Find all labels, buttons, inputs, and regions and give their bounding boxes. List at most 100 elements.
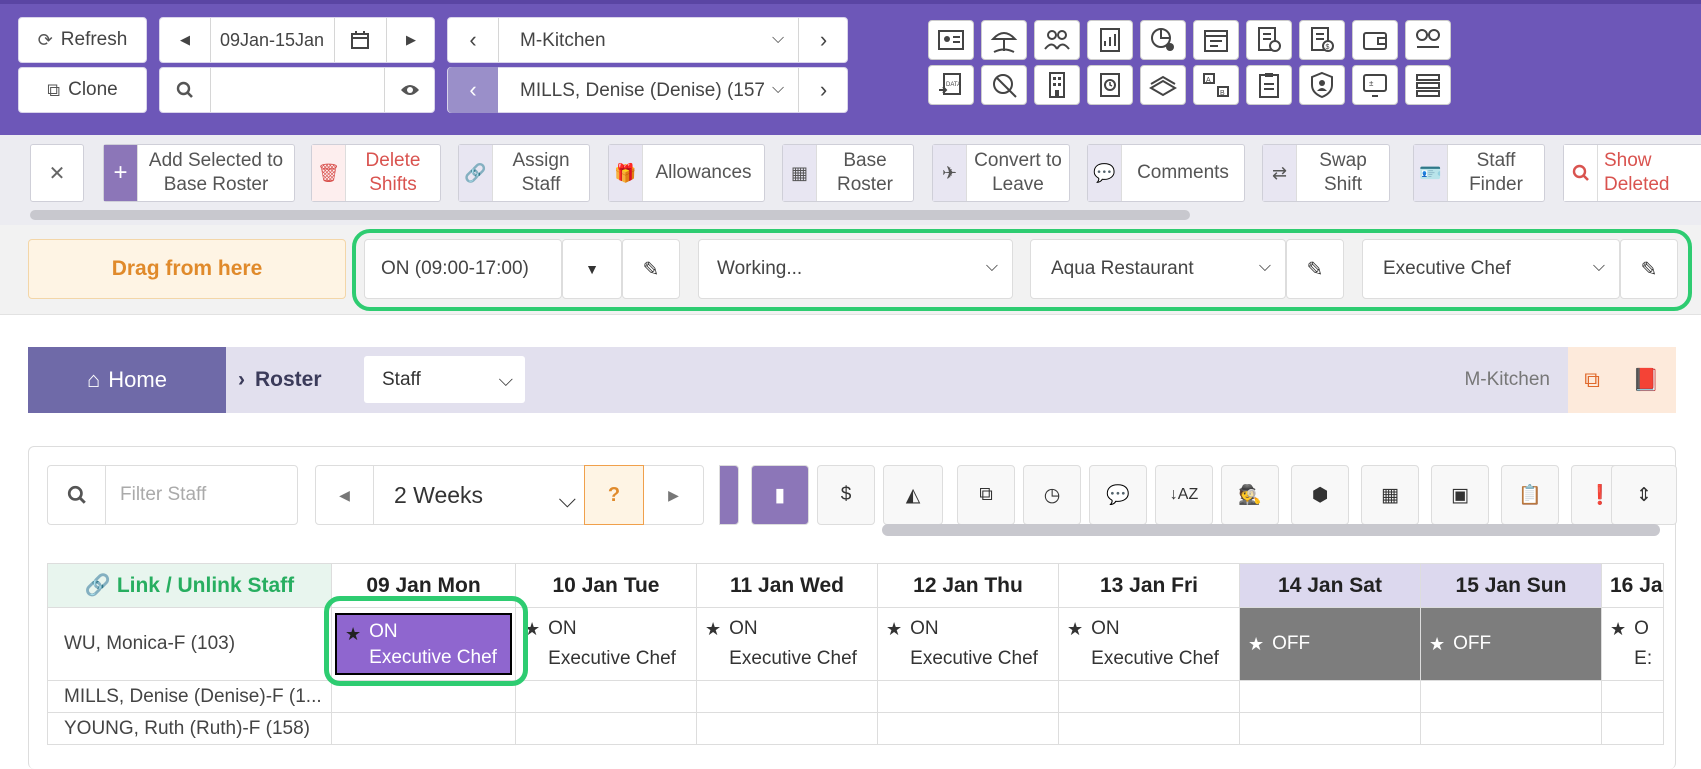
convert-leave-button[interactable]: ✈ Convert to Leave [932, 144, 1070, 202]
wallet-icon[interactable] [1352, 20, 1398, 60]
link-unlink-staff[interactable]: 🔗 Link / Unlink Staff [47, 563, 332, 608]
pie-user-icon[interactable] [1140, 20, 1186, 60]
comment-button[interactable]: 💬 [1089, 465, 1147, 525]
staff-name[interactable]: MILLS, Denise (Denise)-F (1... [47, 680, 332, 713]
cost-button[interactable]: $ [817, 465, 875, 525]
show-deleted-button[interactable]: Show Deleted [1563, 144, 1701, 202]
empty-cell[interactable] [1601, 680, 1664, 713]
data-export-icon[interactable]: DATA [928, 65, 974, 105]
chart-button[interactable]: ◭ [883, 465, 943, 525]
money-stack-icon[interactable] [1140, 65, 1186, 105]
shift-cell-off[interactable]: ★ OFF [1239, 607, 1421, 681]
prev-period-button[interactable]: ◀ [316, 466, 374, 524]
drag-source[interactable]: Drag from here [28, 239, 346, 299]
ab-swap-icon[interactable]: AB [1193, 65, 1239, 105]
paste-button[interactable]: 📋 [1501, 465, 1559, 525]
prev-location-button[interactable]: ‹ [448, 17, 498, 63]
shield-user-icon[interactable] [1299, 65, 1345, 105]
empty-cell[interactable] [1420, 712, 1602, 745]
sort-icon: ⇕ [1636, 484, 1652, 506]
delete-shifts-button[interactable]: 🗑 Delete Shifts [311, 144, 441, 202]
next-period-button[interactable]: ▶ [644, 487, 703, 504]
cubes-button[interactable]: ⬢ [1291, 465, 1349, 525]
breadcrumb-roster: › Roster [238, 347, 322, 413]
filter-staff-input[interactable]: Filter Staff [106, 484, 206, 506]
prev-week-button[interactable]: ◀ [160, 17, 210, 63]
money-button[interactable]: ▣ [1431, 465, 1489, 525]
list-settings-icon[interactable] [1405, 65, 1451, 105]
svg-text:$: $ [1326, 44, 1330, 51]
staff-card-icon[interactable] [928, 20, 974, 60]
partial-tool-button[interactable] [719, 465, 739, 525]
report-chart-icon[interactable] [1087, 20, 1133, 60]
empty-cell[interactable] [1601, 712, 1664, 745]
next-week-button[interactable]: ▶ [386, 17, 436, 63]
empty-cell[interactable] [877, 680, 1059, 713]
calculator-monitor-icon[interactable]: ± [1352, 65, 1398, 105]
book-icon[interactable]: 📕 [1632, 367, 1659, 393]
clock-button[interactable]: ◷ [1023, 465, 1081, 525]
empty-cell[interactable] [696, 680, 878, 713]
empty-cell[interactable] [515, 680, 697, 713]
shift-cell-off[interactable]: ★ OFF [1420, 607, 1602, 681]
clipboard-icon[interactable] [1246, 65, 1292, 105]
staff-group-icon[interactable] [1034, 20, 1080, 60]
staff-name[interactable]: WU, Monica-F (103) [47, 607, 332, 681]
empty-cell[interactable] [696, 712, 878, 745]
date-range[interactable]: 09Jan-15Jan [210, 17, 334, 63]
sort-toggle-button[interactable]: ⇕ [1611, 465, 1677, 525]
period-select[interactable]: 2 Weeks ⌵ [374, 482, 584, 512]
staff-member-value[interactable]: MILLS, Denise (Denise) (157 [520, 80, 765, 102]
prev-staff-button[interactable]: ‹ [448, 67, 498, 113]
assign-staff-button[interactable]: 🔗 Assign Staff [458, 144, 590, 202]
empty-cell[interactable] [877, 712, 1059, 745]
incognito-button[interactable]: 🕵 [1221, 465, 1279, 525]
empty-cell[interactable] [1239, 712, 1421, 745]
empty-cell[interactable] [1239, 680, 1421, 713]
empty-cell[interactable] [1420, 680, 1602, 713]
empty-cell[interactable] [1058, 712, 1240, 745]
swap-shift-button[interactable]: ⇄ Swap Shift [1262, 144, 1390, 202]
eye-icon[interactable] [384, 67, 436, 113]
mobile-view-button[interactable]: ▮ [751, 465, 809, 525]
action-scrollbar[interactable] [30, 210, 1190, 220]
shift-cell[interactable]: ★ O E: [1601, 607, 1664, 681]
empty-cell[interactable] [331, 712, 516, 745]
next-location-button[interactable]: › [798, 17, 849, 63]
close-button[interactable]: ✕ [30, 144, 84, 202]
help-button[interactable]: ? [584, 465, 644, 525]
allowances-button[interactable]: 🎁 Allowances [608, 144, 765, 202]
empty-cell[interactable] [1058, 680, 1240, 713]
next-staff-button[interactable]: › [798, 67, 849, 113]
staff-name[interactable]: YOUNG, Ruth (Ruth)-F (158) [47, 712, 332, 745]
location-value[interactable]: M-Kitchen [520, 30, 606, 52]
clock-report-icon[interactable] [1087, 65, 1133, 105]
copy-button[interactable]: ⧉ [957, 465, 1015, 525]
home-button[interactable]: ⌂ Home [28, 347, 226, 413]
pay-report-icon[interactable]: $ [1299, 20, 1345, 60]
shift-cell[interactable]: ★ ON Executive Chef [1058, 607, 1240, 681]
calculator-button[interactable]: ▦ [1361, 465, 1419, 525]
shift-cell[interactable]: ★ ON Executive Chef [877, 607, 1059, 681]
beach-umbrella-icon[interactable] [981, 20, 1027, 60]
shift-cell[interactable]: ★ ON Executive Chef [515, 607, 697, 681]
schedule-icon[interactable] [1193, 20, 1239, 60]
tools-scrollbar[interactable] [882, 524, 1660, 536]
copy-icon[interactable]: ⧉ [1584, 367, 1600, 393]
calendar-icon[interactable] [334, 17, 386, 63]
header-search-input[interactable] [210, 67, 384, 113]
sort-button[interactable]: ↓AZ [1155, 465, 1213, 525]
add-base-roster-button[interactable]: + Add Selected to Base Roster [103, 144, 295, 202]
comments-button[interactable]: 💬 Comments [1087, 144, 1245, 202]
refresh-button[interactable]: ⟳ Refresh [18, 17, 147, 63]
checklist-icon[interactable] [1405, 20, 1451, 60]
view-select[interactable]: Staff ⌵ [364, 356, 525, 403]
shift-cell[interactable]: ★ ON Executive Chef [696, 607, 878, 681]
base-roster-button[interactable]: ▦ Base Roster [782, 144, 914, 202]
no-leave-icon[interactable] [981, 65, 1027, 105]
building-icon[interactable] [1034, 65, 1080, 105]
staff-finder-button[interactable]: 🪪 Staff Finder [1413, 144, 1545, 202]
clone-button[interactable]: ⧉ Clone [18, 67, 147, 113]
timesheet-icon[interactable] [1246, 20, 1292, 60]
empty-cell[interactable] [515, 712, 697, 745]
